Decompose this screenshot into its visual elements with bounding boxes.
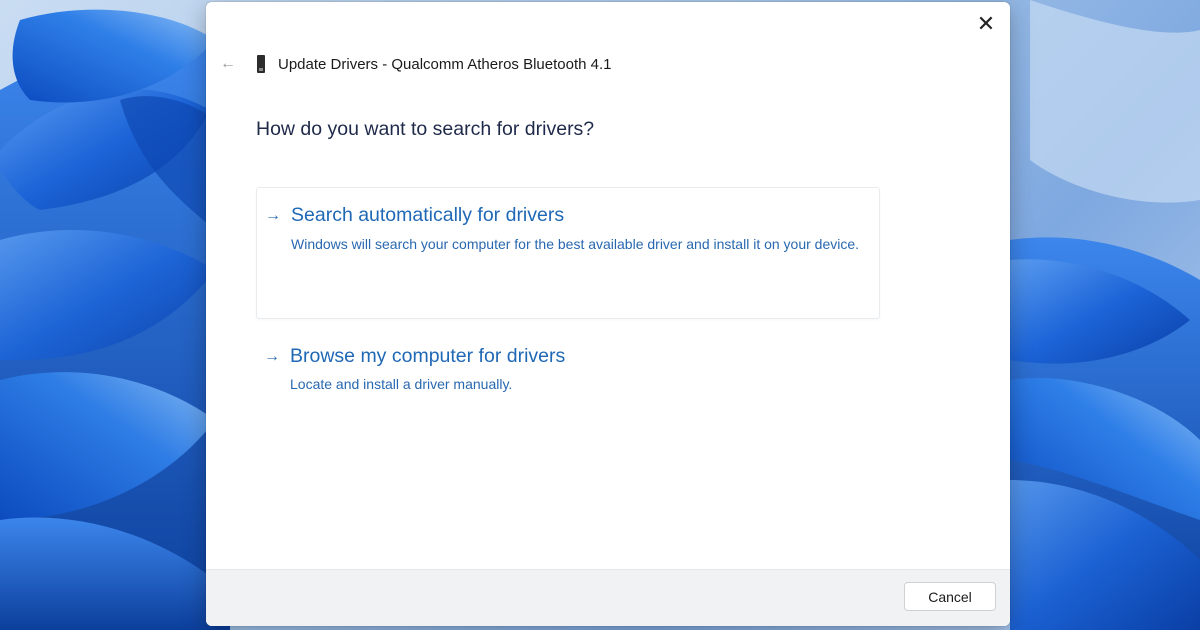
arrow-right-icon: →	[265, 206, 281, 224]
cancel-button[interactable]: Cancel	[904, 582, 996, 611]
arrow-right-icon: →	[264, 347, 280, 365]
close-button[interactable]: ✕	[968, 6, 1004, 42]
back-arrow-icon: ←	[220, 55, 236, 72]
option-title: Search automatically for drivers	[291, 204, 565, 226]
bluetooth-device-icon	[256, 55, 266, 73]
option-description: Locate and install a driver manually.	[290, 376, 513, 392]
update-drivers-dialog: ✕ ← Update Drivers - Qualcomm Atheros Bl…	[206, 2, 1010, 626]
dialog-footer: Cancel	[206, 569, 1010, 626]
page-heading: How do you want to search for drivers?	[256, 118, 595, 140]
dialog-title: Update Drivers - Qualcomm Atheros Blueto…	[278, 55, 612, 73]
back-button[interactable]: ←	[218, 54, 238, 74]
option-title: Browse my computer for drivers	[290, 345, 566, 367]
option-description: Windows will search your computer for th…	[291, 236, 860, 252]
dialog-titlebar: ← Update Drivers - Qualcomm Atheros Blue…	[218, 46, 612, 82]
search-automatically-option[interactable]: → Search automatically for drivers Windo…	[256, 187, 880, 319]
browse-computer-option[interactable]: → Browse my computer for drivers Locate …	[256, 336, 878, 406]
close-icon: ✕	[976, 11, 996, 36]
